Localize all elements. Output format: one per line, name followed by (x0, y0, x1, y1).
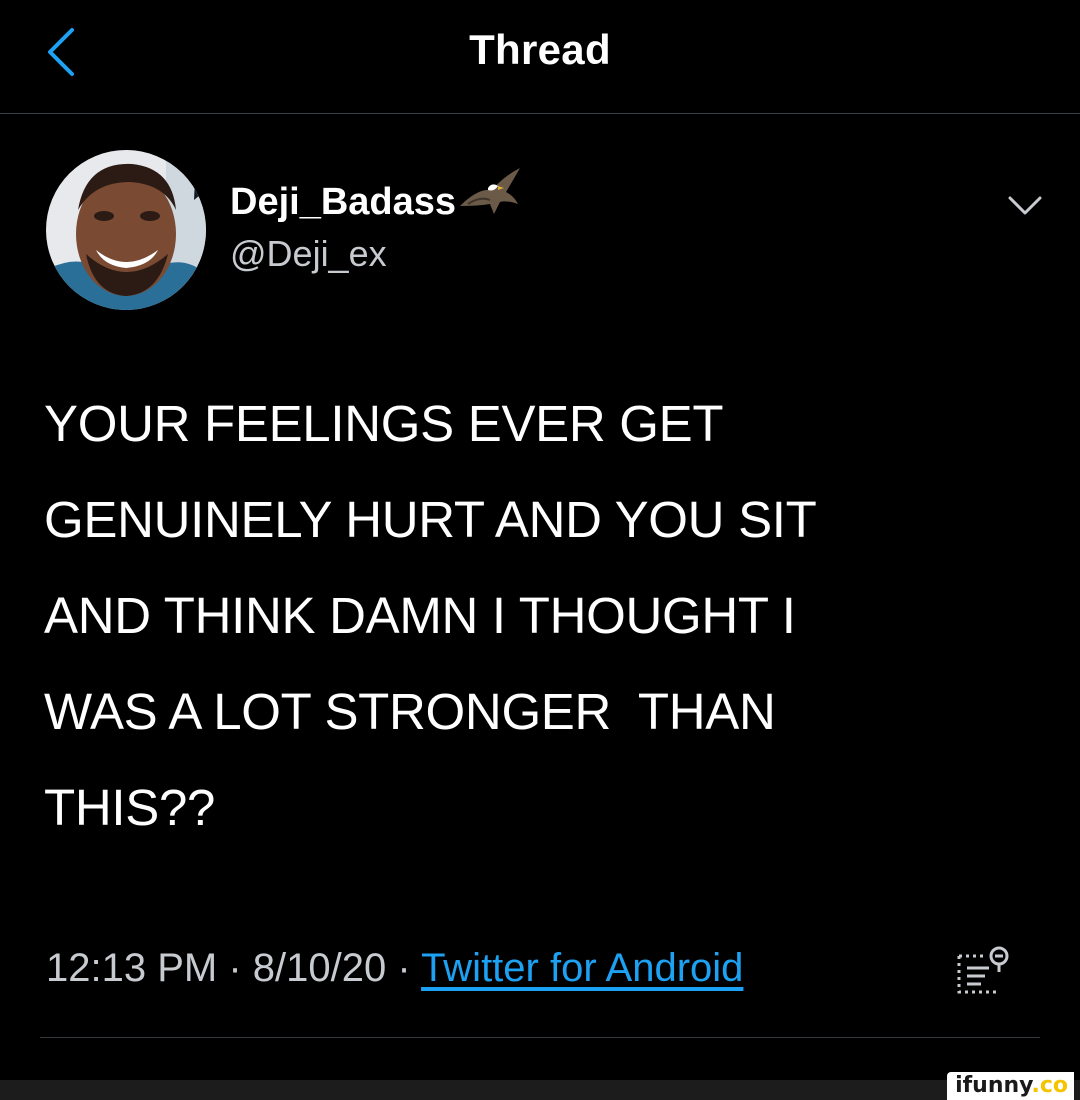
tweet-time: 12:13 PM (46, 946, 218, 990)
watermark: ifunny.co (947, 1072, 1074, 1100)
tweet-options-button[interactable] (1000, 186, 1050, 226)
tweet-text-line: THIS?? (44, 779, 216, 836)
tweet-text-line: WAS A LOT STRONGER THAN (44, 683, 776, 740)
meta-separator: · (386, 946, 422, 990)
tweet-analytics-button[interactable] (948, 940, 1018, 1000)
footer-bar (0, 1080, 1080, 1100)
author-handle: @Deji_ex (230, 233, 387, 274)
avatar-image (46, 150, 206, 310)
tweet-text-line: GENUINELY HURT AND YOU SIT (44, 491, 817, 548)
tweet-divider (40, 1037, 1040, 1038)
display-name-text: Deji_Badass (230, 181, 457, 223)
meta-separator: · (217, 946, 253, 990)
page-title: Thread (469, 26, 611, 73)
watermark-suffix: .co (1031, 1073, 1068, 1098)
tweet-text-line: YOUR FEELINGS EVER GET (44, 395, 724, 452)
avatar[interactable] (46, 150, 206, 310)
author-display-name: Deji_Badass (230, 168, 522, 228)
tweet-meta: 12:13 PM · 8/10/20 · Twitter for Android (46, 940, 926, 996)
tweet-text: YOUR FEELINGS EVER GET GENUINELY HURT AN… (44, 376, 1044, 856)
chevron-down-icon (1008, 196, 1042, 215)
watermark-text: ifunny (955, 1073, 1032, 1098)
top-navigation-bar: Thread (0, 0, 1080, 113)
analytics-icon (957, 946, 1009, 994)
tweet-date: 8/10/20 (252, 946, 387, 990)
tweet-source-link[interactable]: Twitter for Android (421, 946, 743, 990)
header-divider (0, 113, 1080, 114)
tweet-text-line: AND THINK DAMN I THOUGHT I (44, 587, 796, 644)
eagle-icon (458, 166, 522, 228)
tweet-author[interactable]: Deji_Badass @Deji_ex (230, 168, 522, 276)
